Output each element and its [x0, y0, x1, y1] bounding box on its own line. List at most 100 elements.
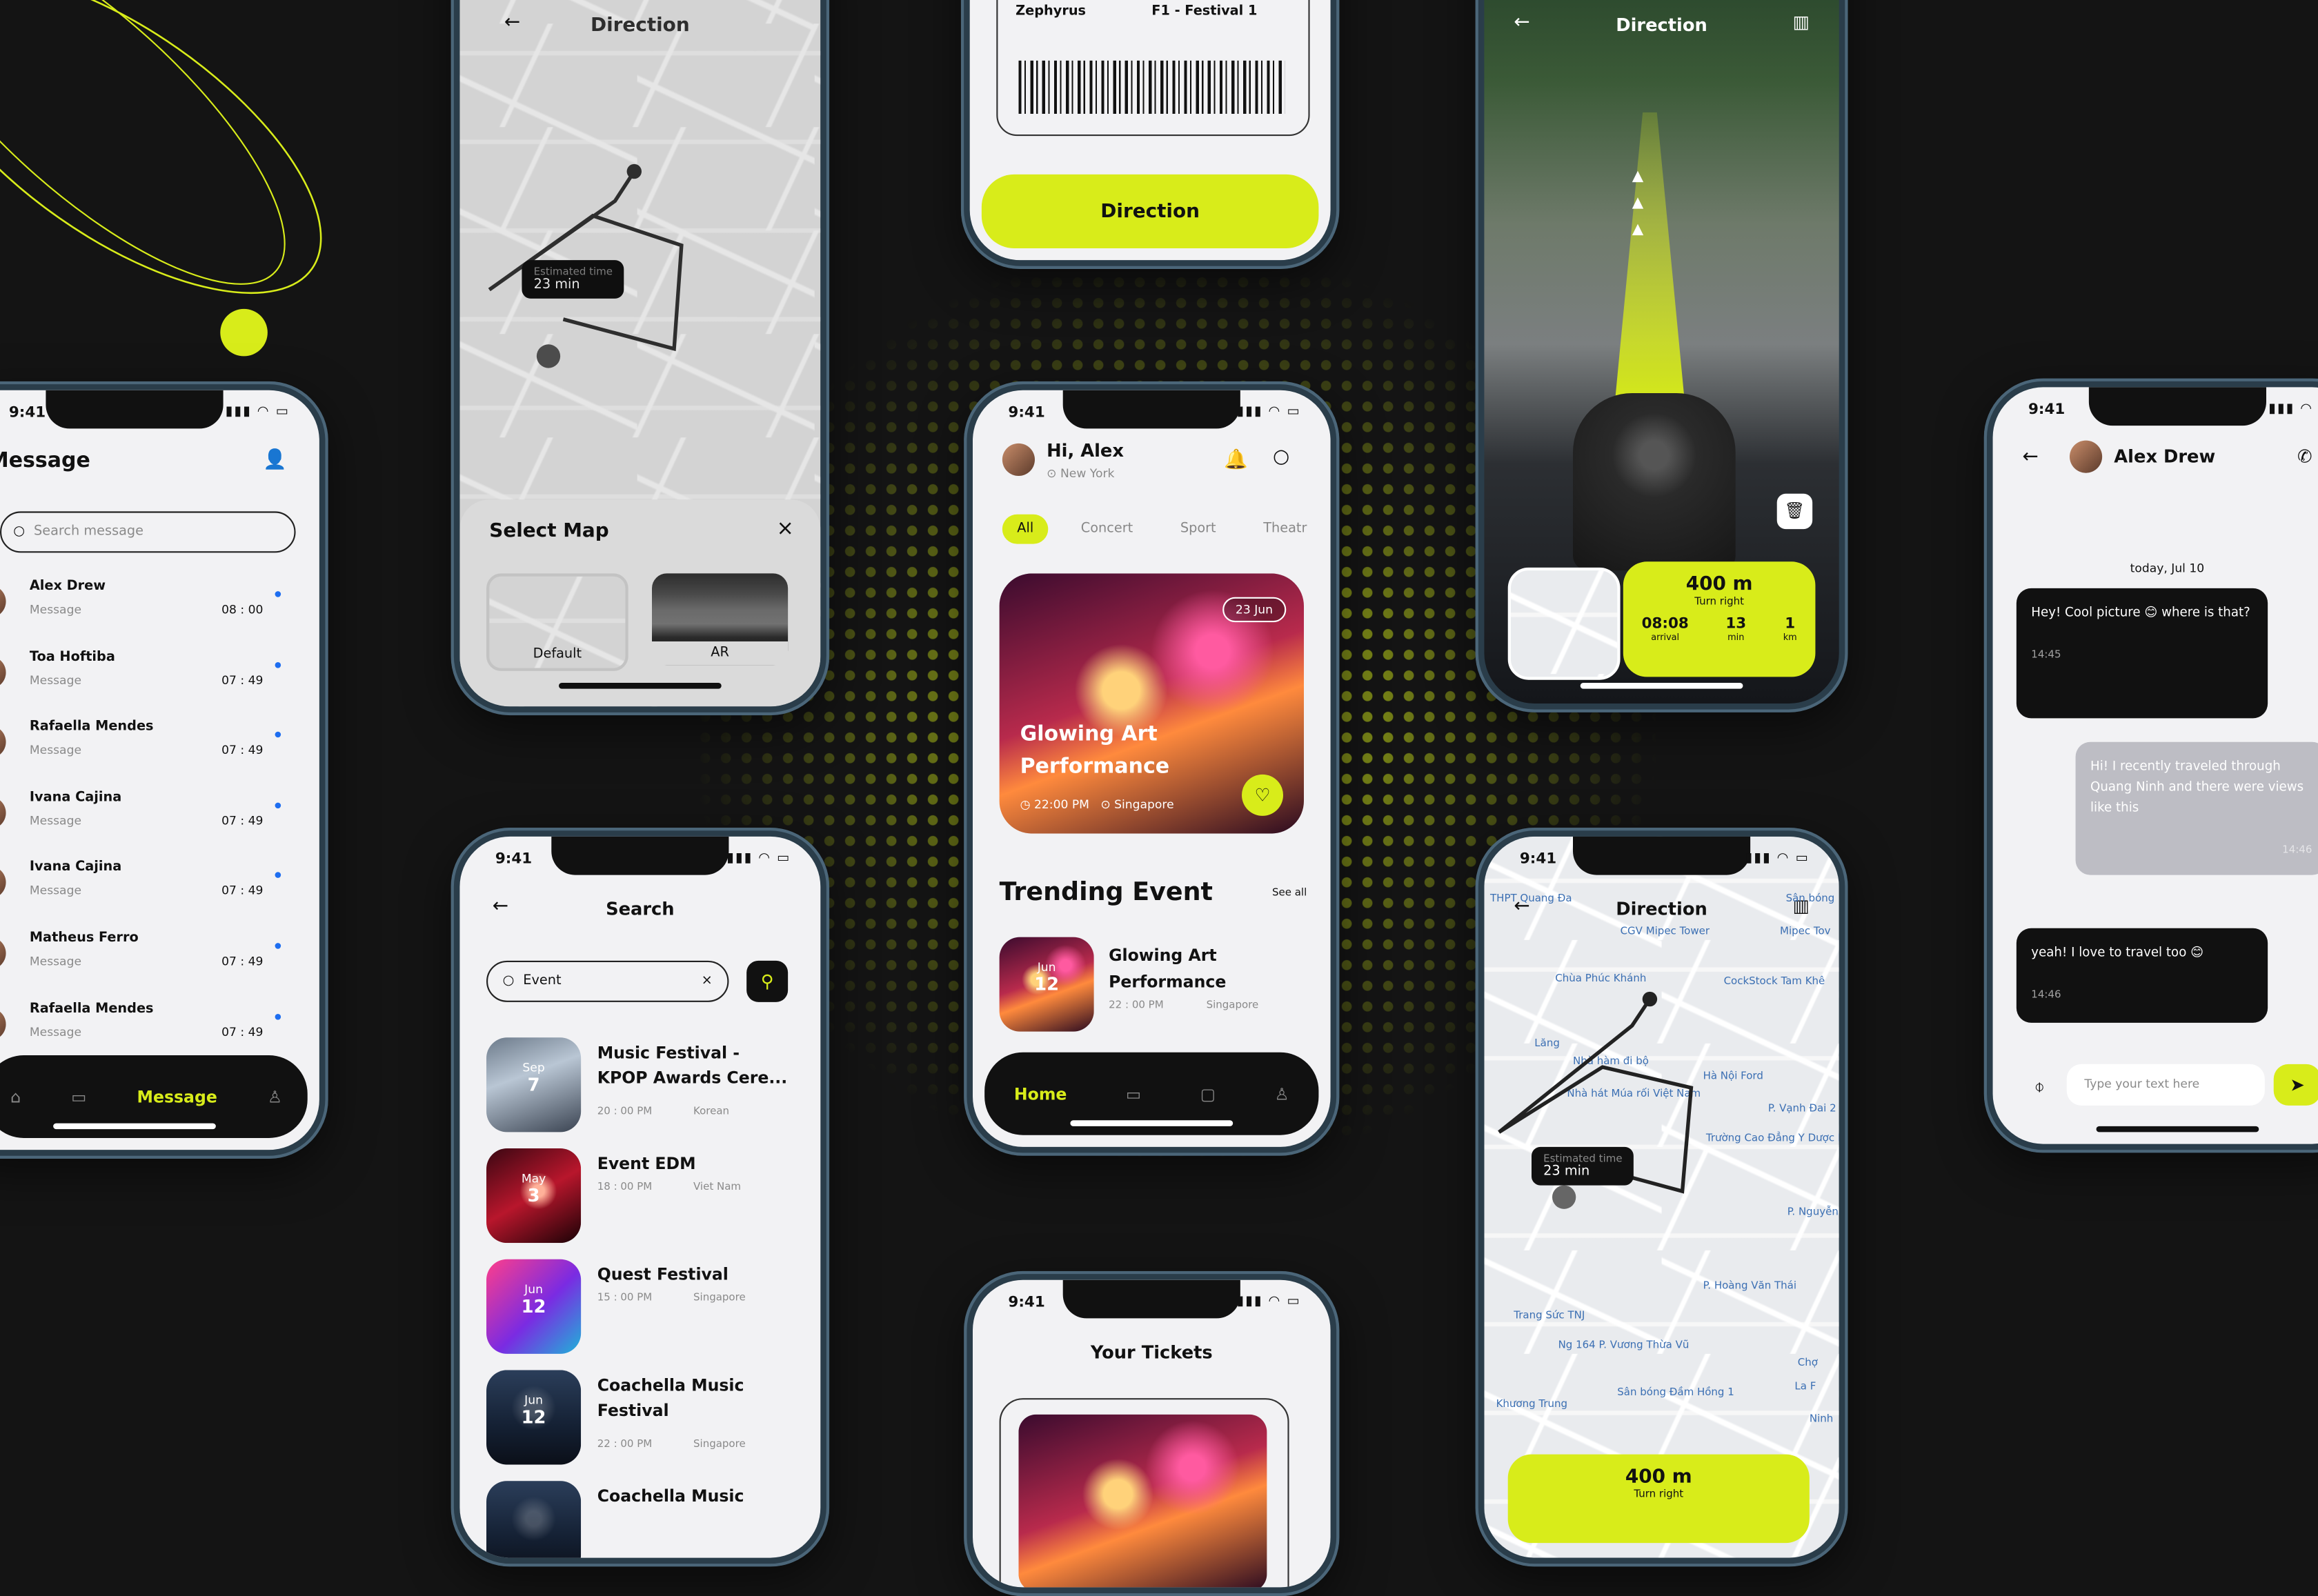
date-divider: today, Jul 10	[2130, 561, 2205, 575]
tab-sport[interactable]: Sport	[1165, 515, 1231, 544]
trending-title: Glowing Art Performance	[1109, 946, 1227, 992]
status-time: 9:41	[8, 405, 46, 421]
event-thumb: May 3	[486, 1148, 582, 1244]
featured-event-card[interactable]: 23 Jun Glowing Art Performance ◷ 22:00 P…	[999, 573, 1304, 834]
chat-icon[interactable]: ▢	[1200, 1084, 1216, 1104]
avatar	[2070, 440, 2103, 473]
motorbike-dash	[1573, 393, 1736, 571]
event-thumb: Jun 12	[486, 1259, 582, 1354]
distance: 400 m	[1685, 573, 1753, 596]
tab-theatr[interactable]: Theatr	[1249, 515, 1322, 544]
search-results: Sep 7 Music Festival - KPOP Awards Cere...…	[486, 1037, 811, 1558]
map-direction-phone: 9:41 ▮▮▮ ◠ ▭ ← Direction ▥ Chùa Phúc Khán…	[1475, 828, 1848, 1567]
decorative-orbit	[0, 0, 322, 357]
filter-icon[interactable]: ⚲	[746, 960, 789, 1002]
unread-dot	[275, 872, 281, 879]
search-icon: ○	[13, 524, 26, 540]
map-option-ar[interactable]: AR	[652, 573, 789, 666]
message-time: 08 : 00	[221, 603, 264, 617]
search-icon: ○	[502, 974, 515, 989]
turn-text: Turn right	[1694, 595, 1745, 608]
tab-concert[interactable]: Concert	[1066, 515, 1147, 544]
avatar[interactable]	[1002, 443, 1035, 476]
event-time: 22 : 00 PM	[597, 1438, 653, 1450]
search-input[interactable]: ○ Event ×	[486, 960, 729, 1002]
map-option-default[interactable]: Default	[486, 573, 628, 671]
close-icon[interactable]: ×	[777, 517, 794, 541]
clear-icon[interactable]: ×	[702, 974, 713, 988]
message-time: 07 : 49	[221, 1025, 264, 1039]
trending-thumb[interactable]: Jun 12	[999, 937, 1094, 1032]
search-icon[interactable]: ○	[1273, 446, 1289, 468]
ticket-icon[interactable]: ▭	[1126, 1084, 1141, 1104]
send-icon[interactable]: ➤	[2273, 1064, 2318, 1106]
map-icon[interactable]: ▥	[1793, 12, 1810, 32]
add-contact-icon[interactable]: 👤	[263, 449, 287, 471]
event-place: Viet Nam	[693, 1181, 742, 1193]
list-item[interactable]: Coachella Music	[486, 1481, 811, 1558]
unread-dot	[275, 591, 281, 597]
ticket-icon[interactable]: ▭	[71, 1087, 86, 1106]
list-item[interactable]: Matheus Ferro Message 07 : 49	[0, 931, 304, 1001]
bell-icon[interactable]: 🔔	[1224, 449, 1248, 471]
back-arrow-icon[interactable]: ←	[504, 12, 520, 34]
search-phone: 9:41 ▮▮▮ ◠ ▭ ← Search ○ Event × ⚲ Sep 7 Mus…	[450, 828, 830, 1567]
trash-icon[interactable]: 🗑	[1776, 493, 1813, 530]
unread-dot	[275, 802, 281, 808]
outgoing-message: Hi! I recently traveled through Quang Ni…	[2075, 741, 2318, 875]
list-item[interactable]: Toa Hoftiba Message 07 : 49	[0, 650, 304, 720]
ticket-phone: Zephyrus F1 - Festival 1 Direction	[960, 0, 1340, 270]
direction-button[interactable]: Direction	[981, 174, 1319, 248]
list-item[interactable]: Ivana Cajina Message 07 : 49	[0, 861, 304, 931]
message-preview: Message	[29, 603, 81, 617]
select-map-sheet: Select Map × Default AR	[459, 499, 821, 707]
see-all-link[interactable]: See all	[1272, 887, 1307, 899]
event-time: 20 : 00 PM	[597, 1105, 653, 1117]
event-thumb: Jun 12	[486, 1370, 582, 1465]
phone-icon[interactable]: ✆	[2297, 446, 2312, 467]
unread-dot	[275, 732, 281, 738]
tab-all[interactable]: All	[1002, 514, 1049, 544]
mini-map[interactable]	[1507, 567, 1621, 680]
search-input[interactable]: ○ Search message	[0, 511, 296, 553]
route-line	[1498, 991, 1694, 1209]
back-arrow-icon[interactable]: ←	[2022, 446, 2038, 468]
featured-title: Glowing Art Performance	[1020, 722, 1170, 779]
list-item[interactable]: Jun 12 Quest Festival 15 : 00 PM Singapore	[486, 1259, 811, 1370]
ticket-right-value: F1 - Festival 1	[1151, 4, 1258, 19]
message-preview: Message	[29, 1025, 81, 1039]
message-input[interactable]: Type your text here	[2066, 1064, 2265, 1106]
profile-icon[interactable]: ♙	[1275, 1084, 1289, 1104]
avatar	[0, 655, 6, 688]
avatar	[0, 1007, 6, 1040]
direction-info-card: 400 m Turn right	[1507, 1454, 1810, 1544]
nav-message[interactable]: Message	[137, 1087, 217, 1106]
ticket-card[interactable]	[999, 1398, 1289, 1588]
event-title: Music Festival - KPOP Awards Cere...	[597, 1043, 788, 1088]
ticket-card: Zephyrus F1 - Festival 1	[996, 0, 1310, 137]
contact-name: Ivana Cajina	[29, 790, 122, 806]
list-item[interactable]: Ivana Cajina Message 07 : 49	[0, 790, 304, 861]
list-item[interactable]: May 3 Event EDM 18 : 00 PM Viet Nam	[486, 1148, 811, 1259]
profile-icon[interactable]: ♙	[268, 1087, 282, 1106]
event-place: Singapore	[693, 1291, 746, 1304]
unread-dot	[275, 1013, 281, 1019]
list-item[interactable]: Sep 7 Music Festival - KPOP Awards Cere...…	[486, 1037, 811, 1148]
list-item[interactable]: Alex Drew Message 08 : 00	[0, 579, 304, 650]
greeting: Hi, Alex	[1047, 440, 1124, 461]
nav-home[interactable]: Home	[1014, 1084, 1067, 1104]
home-icon[interactable]: ⌂	[10, 1087, 21, 1106]
trending-time: 22 : 00 PM	[1109, 999, 1164, 1011]
trip-stats: 08:08 arrival 13 min 1 km	[1623, 617, 1816, 644]
event-time: 15 : 00 PM	[597, 1291, 653, 1304]
attach-icon[interactable]: ⌽	[2034, 1076, 2045, 1098]
list-item[interactable]: Rafaella Mendes Message 07 : 49	[0, 720, 304, 790]
message-preview: Message	[29, 955, 81, 968]
contact-name: Rafaella Mendes	[29, 719, 154, 735]
avatar	[0, 726, 6, 759]
contact-name: Alex Drew	[29, 579, 106, 595]
event-place: Korean	[693, 1105, 730, 1117]
list-item[interactable]: Jun 12 Coachella Music Festival 22 : 00 PM S…	[486, 1370, 811, 1481]
contact-name: Alex Drew	[2114, 446, 2216, 468]
favorite-heart-icon[interactable]: ♡	[1242, 774, 1283, 816]
